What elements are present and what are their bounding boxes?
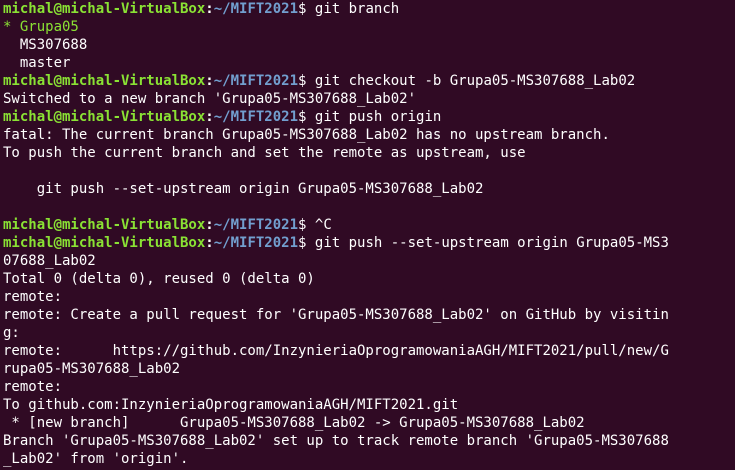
output-line: fatal: The current branch Grupa05-MS3076… [3, 126, 735, 144]
output-text: fatal: The current branch Grupa05-MS3076… [3, 127, 610, 143]
command-text: git checkout -b Grupa05-MS307688_Lab02 [306, 73, 636, 89]
output-text: remote: Create a pull request for 'Grupa… [3, 307, 669, 323]
prompt-line: michal@michal-VirtualBox:~/MIFT2021$ git… [3, 234, 735, 252]
command-text: git branch [306, 1, 400, 17]
prompt-separator: : [205, 1, 214, 17]
prompt-path: ~/MIFT2021 [213, 73, 299, 89]
command-text: git push --set-upstream origin Grupa05-M… [306, 235, 669, 251]
output-text: Total 0 (delta 0), reused 0 (delta 0) [3, 271, 315, 287]
output-text: 07688_Lab02 [3, 253, 96, 269]
prompt-separator: : [205, 217, 214, 233]
output-line: rupa05-MS307688_Lab02 [3, 360, 735, 378]
prompt-user-host: michal@michal-VirtualBox [3, 217, 206, 233]
output-text: * [new branch] Grupa05-MS307688_Lab02 ->… [3, 415, 585, 431]
prompt-line: michal@michal-VirtualBox:~/MIFT2021$ git… [3, 72, 735, 90]
prompt-user-host: michal@michal-VirtualBox [3, 73, 206, 89]
output-text: _Lab02' from 'origin'. [3, 451, 189, 467]
prompt-separator: : [205, 235, 214, 251]
prompt-path: ~/MIFT2021 [213, 217, 299, 233]
terminal-window[interactable]: michal@michal-VirtualBox:~/MIFT2021$ git… [0, 0, 735, 470]
output-text: git push --set-upstream origin Grupa05-M… [3, 181, 484, 197]
command-text: git push origin [306, 109, 442, 125]
output-line: master [3, 54, 735, 72]
prompt-path: ~/MIFT2021 [213, 109, 299, 125]
prompt-line: michal@michal-VirtualBox:~/MIFT2021$ ^C [3, 216, 735, 234]
prompt-line: michal@michal-VirtualBox:~/MIFT2021$ git… [3, 108, 735, 126]
output-line: g: [3, 324, 735, 342]
prompt-user-host: michal@michal-VirtualBox [3, 109, 206, 125]
output-line: remote: Create a pull request for 'Grupa… [3, 306, 735, 324]
current-branch-line: * Grupa05 [3, 18, 735, 36]
output-text: To push the current branch and set the r… [3, 145, 526, 161]
output-line: _Lab02' from 'origin'. [3, 450, 735, 468]
output-line: To github.com:InzynieriaOprogramowaniaAG… [3, 396, 735, 414]
output-line: Total 0 (delta 0), reused 0 (delta 0) [3, 270, 735, 288]
output-line: remote: [3, 288, 735, 306]
prompt-path: ~/MIFT2021 [213, 1, 299, 17]
output-text: MS307688 [3, 37, 88, 53]
prompt-separator: : [205, 109, 214, 125]
prompt-line: michal@michal-VirtualBox:~/MIFT2021$ git… [3, 0, 735, 18]
prompt-user-host: michal@michal-VirtualBox [3, 1, 206, 17]
output-line: 07688_Lab02 [3, 252, 735, 270]
output-line: remote: [3, 378, 735, 396]
output-text: remote: https://github.com/InzynieriaOpr… [3, 343, 669, 359]
output-text: remote: [3, 379, 63, 395]
output-line: Switched to a new branch 'Grupa05-MS3076… [3, 90, 735, 108]
prompt-separator: : [205, 73, 214, 89]
output-text: To github.com:InzynieriaOprogramowaniaAG… [3, 397, 459, 413]
output-line: To push the current branch and set the r… [3, 144, 735, 162]
output-text: g: [3, 325, 20, 341]
output-text: Branch 'Grupa05-MS307688_Lab02' set up t… [3, 433, 669, 449]
output-line: MS307688 [3, 36, 735, 54]
current-branch-text: * Grupa05 [3, 19, 79, 35]
output-text: master [3, 55, 71, 71]
prompt-path: ~/MIFT2021 [213, 235, 299, 251]
output-text: remote: [3, 289, 63, 305]
output-line: * [new branch] Grupa05-MS307688_Lab02 ->… [3, 414, 735, 432]
output-text: rupa05-MS307688_Lab02 [3, 361, 181, 377]
command-text: ^C [306, 217, 332, 233]
output-line: Branch 'Grupa05-MS307688_Lab02' set up t… [3, 432, 735, 450]
output-line: git push --set-upstream origin Grupa05-M… [3, 180, 735, 198]
output-text: Switched to a new branch 'Grupa05-MS3076… [3, 91, 417, 107]
prompt-user-host: michal@michal-VirtualBox [3, 235, 206, 251]
output-line: remote: https://github.com/InzynieriaOpr… [3, 342, 735, 360]
